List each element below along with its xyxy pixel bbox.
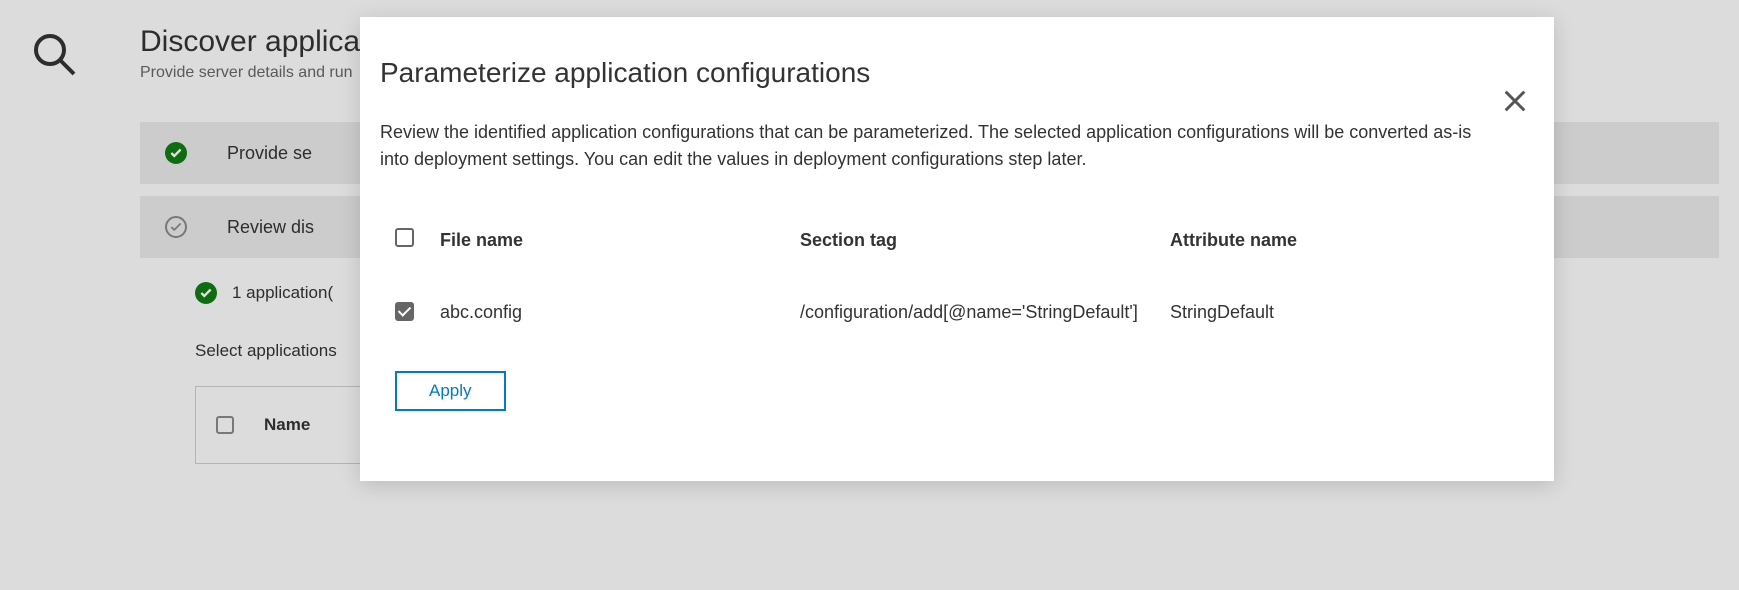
dialog-description: Review the identified application config… — [380, 119, 1499, 173]
table-row: abc.config /configuration/add[@name='Str… — [380, 277, 1499, 351]
step-label: Provide se — [227, 143, 312, 164]
column-filename: File name — [440, 230, 800, 251]
apply-button[interactable]: Apply — [395, 371, 506, 411]
substep-label: 1 application( — [232, 283, 333, 303]
cell-filename: abc.config — [440, 302, 800, 323]
dialog-title: Parameterize application configurations — [380, 57, 1499, 89]
row-checkbox[interactable] — [395, 302, 414, 321]
close-button[interactable] — [1501, 87, 1529, 115]
select-all-checkbox[interactable] — [395, 228, 414, 247]
checkmark-icon — [195, 282, 217, 304]
select-all-checkbox[interactable] — [216, 416, 234, 434]
cell-attribute: StringDefault — [1170, 302, 1499, 323]
step-label: Review dis — [227, 217, 314, 238]
parameterize-dialog: Parameterize application configurations … — [360, 17, 1554, 481]
search-icon — [30, 30, 78, 78]
column-section: Section tag — [800, 230, 1170, 251]
cell-section: /configuration/add[@name='StringDefault'… — [800, 302, 1170, 323]
column-attribute: Attribute name — [1170, 230, 1499, 251]
configurations-table: File name Section tag Attribute name abc… — [380, 228, 1499, 351]
pending-icon — [165, 216, 187, 238]
checkmark-icon — [165, 142, 187, 164]
table-header: File name Section tag Attribute name — [380, 228, 1499, 277]
